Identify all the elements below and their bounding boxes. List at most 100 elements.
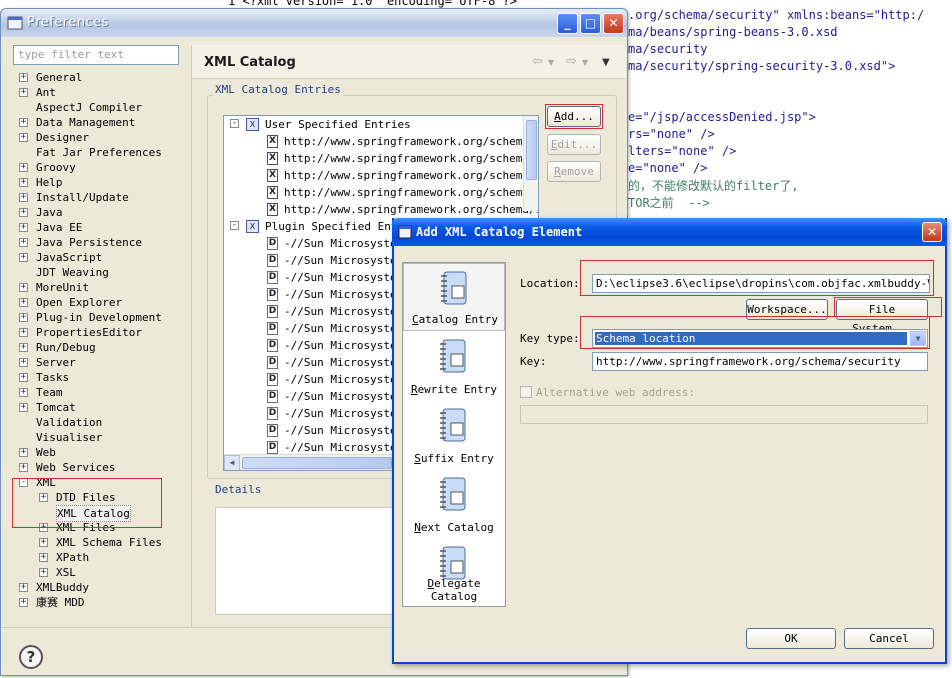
catalog-entry-row[interactable]: Xhttp://www.springframework.org/schema/j… bbox=[224, 184, 538, 201]
editor-line: .org/schema/security" xmlns:beans="http:… bbox=[628, 8, 925, 22]
expand-icon[interactable]: + bbox=[19, 133, 28, 142]
dtd-file-icon: D bbox=[267, 237, 278, 250]
catalog-entry-icon bbox=[441, 271, 467, 305]
forward-dropdown-icon[interactable]: ▼ bbox=[582, 58, 588, 67]
scrollbar-thumb[interactable] bbox=[526, 120, 537, 180]
tree-item-label: Data Management bbox=[36, 116, 136, 129]
catalog-entry-label: http://www.springframework.org/schema/jd bbox=[284, 186, 539, 199]
tree-item-label: XML Schema Files bbox=[56, 536, 162, 549]
catalog-entry-label: -//Sun Microsystems bbox=[284, 407, 410, 420]
expand-icon[interactable]: + bbox=[19, 163, 28, 172]
forward-arrow-icon[interactable]: ⇨ bbox=[566, 54, 577, 69]
catalog-entry-label: -//Sun Microsystems bbox=[284, 424, 410, 437]
tree-item-label: MoreUnit bbox=[36, 281, 89, 294]
dialog-titlebar[interactable]: Add XML Catalog Element ✕ bbox=[392, 218, 947, 246]
collapse-icon[interactable]: - bbox=[230, 119, 239, 128]
page-title: XML Catalog bbox=[204, 55, 296, 70]
catalog-type-item[interactable]: Suffix Entry bbox=[403, 401, 505, 469]
catalog-entry-row[interactable]: Xhttp://www.springframework.org/schema/s… bbox=[224, 201, 538, 218]
expand-icon[interactable]: + bbox=[39, 553, 48, 562]
tree-item-label: General bbox=[36, 71, 83, 84]
highlight-box-xml bbox=[12, 478, 162, 528]
catalog-type-item[interactable]: Rewrite Entry bbox=[403, 332, 505, 400]
tree-item-label: Help bbox=[36, 176, 63, 189]
preferences-window-icon bbox=[7, 16, 23, 30]
alternative-web-address-checkbox[interactable] bbox=[520, 386, 532, 398]
remove-button[interactable]: Remove bbox=[547, 161, 601, 182]
collapse-icon[interactable]: - bbox=[230, 221, 239, 230]
expand-icon[interactable]: + bbox=[19, 328, 28, 337]
filter-input[interactable]: type filter text bbox=[13, 45, 179, 65]
expand-icon[interactable]: + bbox=[19, 178, 28, 187]
cancel-button[interactable]: Cancel bbox=[844, 628, 934, 649]
expand-icon[interactable]: + bbox=[19, 208, 28, 217]
xsd-file-icon: X bbox=[267, 203, 278, 216]
scrollbar-thumb[interactable] bbox=[242, 457, 392, 469]
catalog-entry-row[interactable]: Xhttp://www.springframework.org/schema/a… bbox=[224, 133, 538, 150]
close-button[interactable]: ✕ bbox=[603, 13, 624, 34]
back-arrow-icon[interactable]: ⇦ bbox=[532, 54, 543, 69]
expand-icon[interactable]: + bbox=[19, 238, 28, 247]
catalog-type-label: Suffix Entry bbox=[414, 452, 494, 465]
expand-icon[interactable]: + bbox=[19, 448, 28, 457]
preferences-titlebar[interactable]: Preferences _ □ ✕ bbox=[1, 9, 627, 37]
expand-icon[interactable]: + bbox=[19, 298, 28, 307]
minimize-button[interactable]: _ bbox=[557, 13, 578, 34]
highlight-box-location bbox=[580, 260, 934, 296]
catalog-type-item[interactable]: Next Catalog bbox=[403, 470, 505, 538]
tree-item-label: Java Persistence bbox=[36, 236, 142, 249]
help-icon[interactable]: ? bbox=[19, 645, 43, 669]
entries-vertical-scrollbar[interactable] bbox=[523, 116, 538, 211]
catalog-type-label: Rewrite Entry bbox=[410, 383, 498, 396]
key-input[interactable]: http://www.springframework.org/schema/se… bbox=[592, 352, 928, 371]
dtd-file-icon: D bbox=[267, 390, 278, 403]
tree-item-label: Open Explorer bbox=[36, 296, 123, 309]
tree-item-label: XMLBuddy bbox=[36, 581, 89, 594]
expand-icon[interactable]: + bbox=[39, 538, 48, 547]
dtd-file-icon: D bbox=[267, 271, 278, 284]
expand-icon[interactable]: + bbox=[19, 223, 28, 232]
ok-button[interactable]: OK bbox=[746, 628, 836, 649]
view-menu-icon[interactable]: ▼ bbox=[602, 57, 610, 68]
expand-icon[interactable]: + bbox=[19, 598, 28, 607]
catalog-entry-label: http://www.springframework.org/schema/ao bbox=[284, 135, 539, 148]
expand-icon[interactable]: + bbox=[19, 358, 28, 367]
expand-icon[interactable]: + bbox=[19, 193, 28, 202]
catalog-entry-label: -//Sun Microsystems bbox=[284, 254, 410, 267]
xsd-file-icon: X bbox=[267, 186, 278, 199]
alternative-web-address-label: Alternative web address: bbox=[536, 386, 695, 399]
catalog-type-item[interactable]: Delegate Catalog bbox=[403, 539, 505, 607]
expand-icon[interactable]: + bbox=[19, 118, 28, 127]
entries-group-row[interactable]: - X User Specified Entries bbox=[224, 116, 524, 133]
back-dropdown-icon[interactable]: ▼ bbox=[548, 58, 554, 67]
catalog-entry-row[interactable]: Xhttp://www.springframework.org/schema/b… bbox=[224, 150, 538, 167]
tree-item-label: Groovy bbox=[36, 161, 76, 174]
expand-icon[interactable]: + bbox=[19, 403, 28, 412]
catalog-type-item[interactable]: Catalog Entry bbox=[403, 263, 505, 331]
expand-icon[interactable]: + bbox=[39, 568, 48, 577]
catalog-entry-row[interactable]: Xhttp://www.springframework.org/schema/j… bbox=[224, 167, 538, 184]
expand-icon[interactable]: + bbox=[19, 388, 28, 397]
expand-icon[interactable]: + bbox=[19, 463, 28, 472]
expand-icon[interactable]: + bbox=[19, 88, 28, 97]
expand-icon[interactable]: + bbox=[19, 373, 28, 382]
tree-item-label: XSL bbox=[56, 566, 76, 579]
catalog-entry-label: -//Sun Microsystems bbox=[284, 288, 410, 301]
scroll-left-icon[interactable]: ◀ bbox=[224, 455, 240, 470]
expand-icon[interactable]: + bbox=[19, 313, 28, 322]
key-type-label: Key type: bbox=[520, 332, 580, 345]
expand-icon[interactable]: + bbox=[19, 253, 28, 262]
expand-icon[interactable]: + bbox=[19, 73, 28, 82]
expand-icon[interactable]: + bbox=[19, 583, 28, 592]
tree-item-label: Web Services bbox=[36, 461, 116, 474]
expand-icon[interactable]: + bbox=[19, 343, 28, 352]
catalog-type-label: Next Catalog bbox=[414, 521, 494, 534]
maximize-button[interactable]: □ bbox=[580, 13, 601, 34]
edit-button[interactable]: Edit... bbox=[547, 134, 601, 155]
dialog-close-button[interactable]: ✕ bbox=[922, 222, 942, 242]
tree-item-label: Java EE bbox=[36, 221, 83, 234]
tree-item-label: Tomcat bbox=[36, 401, 76, 414]
tree-item-label: Tasks bbox=[36, 371, 70, 384]
catalog-entry-label: -//Sun Microsystems bbox=[284, 390, 410, 403]
expand-icon[interactable]: + bbox=[19, 283, 28, 292]
